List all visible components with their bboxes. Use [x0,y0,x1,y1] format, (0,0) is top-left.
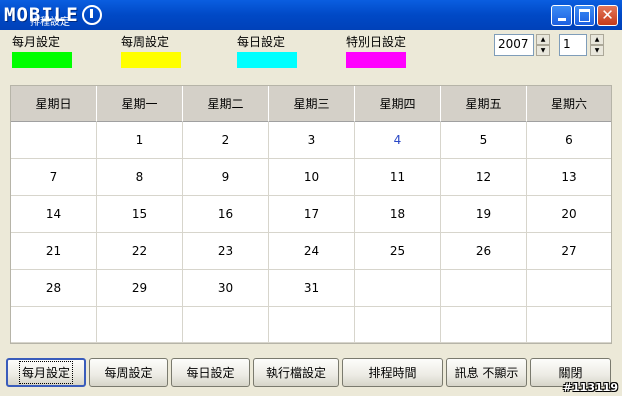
button-label: 執行檔設定 [265,366,326,380]
day-cell[interactable] [355,270,441,307]
weekday-header: 星期四 [355,86,441,122]
weekday-header: 星期一 [97,86,183,122]
day-cell[interactable]: 26 [441,233,527,270]
month-up-arrow-icon[interactable]: ▲ [590,34,604,45]
day-cell[interactable]: 7 [11,159,97,196]
day-cell[interactable]: 17 [269,196,355,233]
day-cell[interactable] [11,122,97,159]
day-cell[interactable]: 24 [269,233,355,270]
day-cell[interactable]: 14 [11,196,97,233]
day-cell[interactable]: 20 [527,196,611,233]
day-cell[interactable] [355,307,441,343]
button-label: 排程時間 [368,366,417,380]
day-cell[interactable]: 19 [441,196,527,233]
weekday-header: 星期日 [11,86,97,122]
day-cell[interactable]: 30 [183,270,269,307]
day-cell[interactable] [97,307,183,343]
day-cell[interactable] [441,307,527,343]
day-cell[interactable]: 1 [97,122,183,159]
day-cell[interactable]: 4 [355,122,441,159]
day-cell[interactable]: 3 [269,122,355,159]
power-icon [81,5,102,25]
button-label: 訊息 不顯示 [454,366,519,380]
button-label: 每周設定 [104,366,153,380]
button-label: 每月設定 [18,361,74,384]
watermark-text: #113119 [562,381,618,394]
daily-setting-button[interactable]: 每日設定 [171,358,250,387]
legend-label: 特別日設定 [346,35,407,49]
legend-label: 每周設定 [121,35,170,49]
day-cell[interactable]: 9 [183,159,269,196]
weekday-header: 星期三 [269,86,355,122]
day-cell[interactable]: 10 [269,159,355,196]
day-cell[interactable] [527,270,611,307]
day-cell[interactable] [183,307,269,343]
year-down-arrow-icon[interactable]: ▼ [536,45,550,56]
weekly-setting-button[interactable]: 每周設定 [89,358,168,387]
maximize-button[interactable] [574,5,595,26]
minimize-button[interactable] [551,5,572,26]
title-bar[interactable]: MOBILE 排程設定 ✕ [0,0,622,30]
legend-swatch [121,52,181,68]
day-cell[interactable]: 13 [527,159,611,196]
monthly-setting-button[interactable]: 每月設定 [6,358,86,387]
legend-swatch [346,52,406,68]
day-cell[interactable]: 8 [97,159,183,196]
day-cell[interactable]: 27 [527,233,611,270]
minimize-icon [557,18,566,21]
day-cell[interactable] [11,307,97,343]
legend-label: 每日設定 [237,35,286,49]
weekday-header: 星期六 [527,86,611,122]
day-cell[interactable]: 22 [97,233,183,270]
day-cell[interactable] [441,270,527,307]
legend-swatch [237,52,297,68]
hide-message-button[interactable]: 訊息 不顯示 [446,358,527,387]
executable-setting-button[interactable]: 執行檔設定 [253,358,339,387]
weekday-header: 星期二 [183,86,269,122]
month-field[interactable]: 1 [559,34,587,56]
window-title: 排程設定 [30,17,70,28]
close-icon: ✕ [601,6,614,24]
day-cell[interactable]: 2 [183,122,269,159]
button-label: 關閉 [558,366,583,380]
close-window-button[interactable]: ✕ [597,5,618,26]
day-cell[interactable]: 29 [97,270,183,307]
day-cell[interactable]: 25 [355,233,441,270]
day-cell[interactable]: 5 [441,122,527,159]
year-field[interactable]: 2007 [494,34,534,56]
day-cell[interactable]: 31 [269,270,355,307]
month-down-arrow-icon[interactable]: ▼ [590,45,604,56]
button-label: 每日設定 [186,366,235,380]
legend-swatch [12,52,72,68]
maximize-icon [579,9,590,22]
day-cell[interactable]: 11 [355,159,441,196]
day-cell[interactable]: 16 [183,196,269,233]
day-cell[interactable]: 18 [355,196,441,233]
calendar-grid: 星期日 星期一 星期二 星期三 星期四 星期五 星期六 1 2 3 4 5 6 7 8 9 10 1… [10,85,612,344]
day-cell[interactable]: 28 [11,270,97,307]
schedule-time-button[interactable]: 排程時間 [342,358,443,387]
day-cell[interactable]: 23 [183,233,269,270]
day-cell[interactable] [269,307,355,343]
day-cell[interactable]: 6 [527,122,611,159]
day-cell[interactable] [527,307,611,343]
legend-label: 每月設定 [12,35,61,49]
day-cell[interactable]: 21 [11,233,97,270]
day-cell[interactable]: 12 [441,159,527,196]
weekday-header: 星期五 [441,86,527,122]
day-cell[interactable]: 15 [97,196,183,233]
year-up-arrow-icon[interactable]: ▲ [536,34,550,45]
